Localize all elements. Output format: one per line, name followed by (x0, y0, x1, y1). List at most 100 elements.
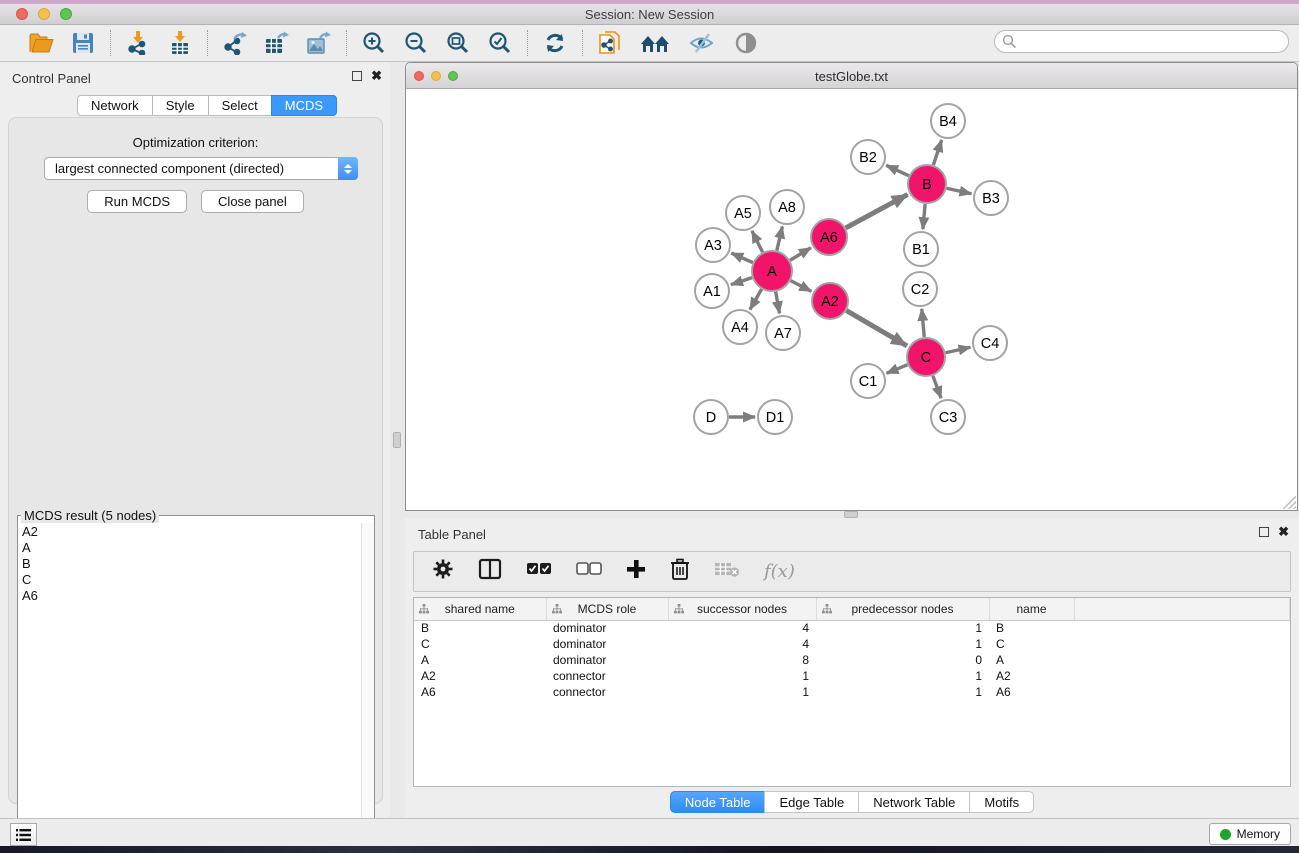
edge-B-B1[interactable] (923, 204, 925, 229)
import-table-icon[interactable] (167, 30, 193, 56)
close-panel-button[interactable]: Close panel (201, 190, 304, 213)
list-item[interactable]: C (18, 571, 361, 587)
node-A5[interactable]: A5 (726, 196, 760, 230)
deselect-all-icon[interactable] (576, 562, 602, 581)
edge-A-A2[interactable] (791, 281, 812, 292)
node-A4[interactable]: A4 (723, 310, 757, 344)
table-row[interactable]: A6connector11A6 (414, 684, 1290, 700)
close-panel-icon[interactable]: ✖ (371, 71, 382, 81)
node-B3[interactable]: B3 (974, 181, 1008, 215)
node-A6[interactable]: A6 (811, 219, 847, 255)
node-B1[interactable]: B1 (904, 232, 938, 266)
edge-A-A5[interactable] (752, 231, 763, 252)
node-C2[interactable]: C2 (903, 272, 937, 306)
tab-select[interactable]: Select (208, 95, 271, 116)
tab-edge-table[interactable]: Edge Table (764, 791, 858, 813)
list-scrollbar[interactable] (361, 523, 374, 849)
task-history-button[interactable] (10, 823, 37, 846)
edge-A-A8[interactable] (777, 226, 783, 250)
edge-C-C3[interactable] (933, 376, 941, 398)
tab-style[interactable]: Style (152, 95, 208, 116)
node-A7[interactable]: A7 (766, 316, 800, 350)
node-A8[interactable]: A8 (770, 190, 804, 224)
edge-A-A6[interactable] (790, 248, 811, 260)
node-C4[interactable]: C4 (973, 326, 1007, 360)
edge-B-B3[interactable] (947, 188, 972, 193)
column-header-name[interactable]: name (989, 598, 1074, 620)
node-B2[interactable]: B2 (851, 140, 885, 174)
search-field[interactable] (994, 30, 1289, 53)
memory-button[interactable]: Memory (1209, 823, 1291, 845)
export-table-icon[interactable] (264, 30, 290, 56)
list-item[interactable]: B (18, 555, 361, 571)
gear-icon[interactable] (432, 558, 454, 585)
node-C1[interactable]: C1 (851, 364, 885, 398)
add-column-icon[interactable] (626, 559, 646, 584)
houses-icon[interactable] (639, 30, 671, 56)
list-item[interactable]: A2 (18, 523, 361, 539)
edge-C-C4[interactable] (946, 347, 971, 352)
search-input[interactable] (1017, 32, 1288, 51)
list-item[interactable]: A6 (18, 587, 361, 603)
delete-column-icon[interactable] (670, 558, 690, 585)
edge-A-A1[interactable] (731, 278, 752, 285)
zoom-fit-icon[interactable] (445, 30, 471, 56)
edge-A-A7[interactable] (776, 292, 780, 314)
hide-eye-icon[interactable] (687, 30, 717, 56)
node-C[interactable]: C (907, 338, 945, 376)
contrast-icon[interactable] (733, 30, 759, 56)
table-row[interactable]: Bdominator41B (414, 620, 1290, 636)
table-row[interactable]: Cdominator41C (414, 636, 1290, 652)
list-item[interactable]: A (18, 539, 361, 555)
float-panel-icon[interactable] (1259, 527, 1269, 537)
float-panel-icon[interactable] (352, 71, 362, 81)
node-A3[interactable]: A3 (696, 228, 730, 262)
edge-B-B2[interactable] (886, 165, 909, 175)
table-row[interactable]: Adominator80A (414, 652, 1290, 668)
node-B[interactable]: B (908, 165, 946, 203)
column-layout-icon[interactable] (478, 558, 502, 585)
run-mcds-button[interactable]: Run MCDS (87, 190, 187, 213)
edge-A6-B[interactable] (846, 194, 908, 227)
node-D[interactable]: D (694, 400, 728, 434)
node-A1[interactable]: A1 (695, 274, 729, 308)
open-folder-icon[interactable] (28, 30, 54, 56)
zoom-in-icon[interactable] (361, 30, 387, 56)
node-B4[interactable]: B4 (931, 104, 965, 138)
split-handle[interactable] (393, 432, 401, 448)
select-all-icon[interactable] (526, 562, 552, 581)
edge-A-A3[interactable] (731, 253, 752, 262)
save-icon[interactable] (70, 30, 96, 56)
document-network-icon[interactable] (597, 30, 623, 56)
tab-network[interactable]: Network (77, 95, 152, 116)
tab-mcds[interactable]: MCDS (271, 95, 337, 116)
refresh-icon[interactable] (542, 30, 568, 56)
node-D1[interactable]: D1 (758, 400, 792, 434)
node-C3[interactable]: C3 (931, 400, 965, 434)
edge-A2-C[interactable] (846, 311, 907, 346)
edge-C-C1[interactable] (886, 365, 907, 374)
zoom-selected-icon[interactable] (487, 30, 513, 56)
resize-grip[interactable] (1283, 496, 1296, 509)
column-header-predecessor-nodes[interactable]: predecessor nodes (816, 598, 989, 620)
import-network-icon[interactable] (125, 30, 151, 56)
column-header-successor-nodes[interactable]: successor nodes (668, 598, 816, 620)
node-A[interactable]: A (752, 251, 792, 291)
zoom-out-icon[interactable] (403, 30, 429, 56)
column-header-mcds-role[interactable]: MCDS role (546, 598, 668, 620)
edge-A-A4[interactable] (750, 289, 762, 309)
edge-B-B4[interactable] (933, 140, 941, 165)
vertical-split-divider[interactable] (390, 62, 405, 818)
node-table[interactable]: shared name MCDS role successor nodes pr… (413, 597, 1291, 787)
tab-node-table[interactable]: Node Table (670, 791, 765, 813)
node-A2[interactable]: A2 (812, 283, 848, 319)
export-network-icon[interactable] (222, 30, 248, 56)
network-canvas-svg[interactable]: A A1 A2 A3 A4 A5 A6 A7 A8 B B1 B2 B3 B4 C C1 C2 C3 C4 D D1 (406, 89, 1297, 510)
tab-motifs[interactable]: Motifs (969, 791, 1034, 813)
export-image-icon[interactable] (306, 30, 332, 56)
edge-C-C2[interactable] (922, 309, 924, 337)
tab-network-table[interactable]: Network Table (858, 791, 969, 813)
criterion-dropdown[interactable]: largest connected component (directed) (44, 157, 358, 180)
network-window-titlebar[interactable]: testGlobe.txt (406, 63, 1297, 89)
table-row[interactable]: A2connector11A2 (414, 668, 1290, 684)
